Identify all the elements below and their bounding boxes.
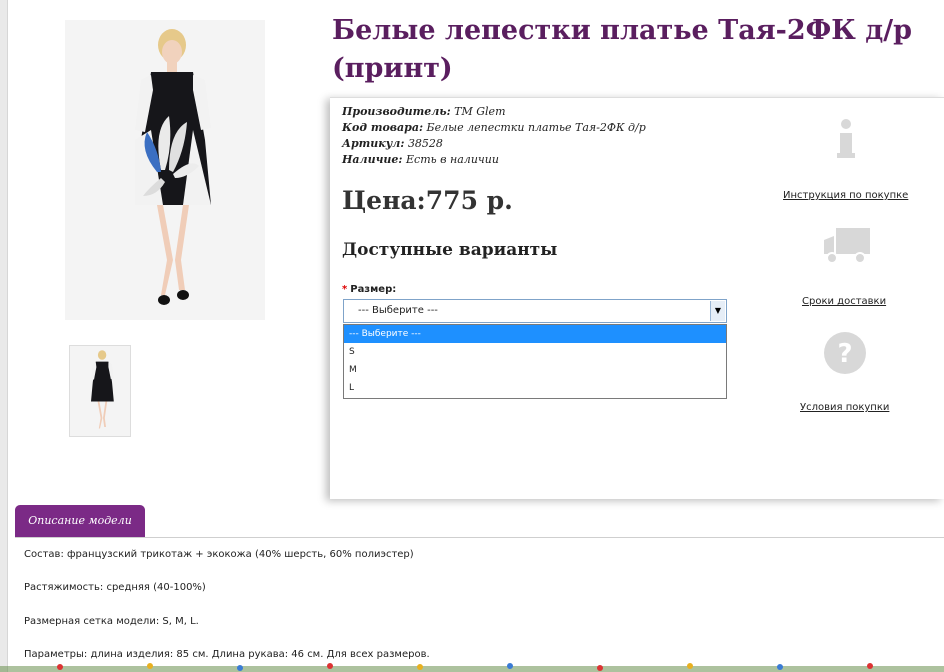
article-row: Артикул: 38528 — [342, 136, 646, 152]
question-icon: ? — [824, 332, 866, 374]
description-row-params: Параметры: длина изделия: 85 см. Длина р… — [24, 649, 430, 660]
dress-thumbnail-image — [70, 346, 130, 436]
code-row: Код товара: Белые лепестки платье Тая-2Ф… — [342, 120, 646, 136]
page-left-edge — [0, 0, 8, 672]
article-value: 38528 — [407, 137, 443, 150]
size-option-m[interactable]: M — [344, 361, 726, 379]
description-row-composition: Состав: французский трикотаж + экокожа (… — [24, 549, 414, 560]
stretch-value: средняя (40-100%) — [103, 582, 206, 593]
product-thumbnail[interactable] — [69, 345, 131, 437]
purchase-conditions-link[interactable]: Условия покупки — [800, 402, 889, 413]
purchase-instruction-link[interactable]: Инструкция по покупке — [783, 190, 908, 201]
delivery-terms-link[interactable]: Сроки доставки — [802, 296, 886, 307]
description-row-stretch: Растяжимость: средняя (40-100%) — [24, 582, 206, 593]
description-row-sizes: Размерная сетка модели: S, M, L. — [24, 616, 199, 627]
required-mark: * — [342, 284, 348, 295]
size-label-text: Размер: — [350, 284, 397, 295]
availability-label: Наличие: — [342, 153, 403, 166]
product-price: Цена:775 р. — [342, 186, 513, 215]
chevron-down-icon[interactable]: ▼ — [710, 301, 725, 321]
garland-decoration — [0, 663, 944, 672]
available-options-heading: Доступные варианты — [342, 240, 558, 260]
stretch-label: Растяжимость: — [24, 582, 104, 593]
size-dropdown-list: --- Выберите --- S M L — [343, 324, 727, 399]
manufacturer-row: Производитель: TM Glem — [342, 104, 646, 120]
code-value: Белые лепестки платье Тая-2ФК д/р — [426, 121, 646, 134]
product-title: Белые лепестки платье Тая-2ФК д/р (принт… — [332, 15, 912, 84]
manufacturer-value[interactable]: TM Glem — [454, 105, 505, 118]
size-option-s[interactable]: S — [344, 343, 726, 361]
composition-value: французский трикотаж + экокожа (40% шерс… — [63, 549, 414, 560]
size-select[interactable]: --- Выберите --- ▼ — [343, 299, 727, 323]
size-select-value: --- Выберите --- — [358, 305, 438, 316]
size-label: * Размер: — [342, 284, 396, 295]
params-label: Параметры: — [24, 649, 88, 660]
code-label: Код товара: — [342, 121, 424, 134]
size-option-placeholder[interactable]: --- Выберите --- — [344, 325, 726, 343]
sizes-label: Размерная сетка модели: — [24, 616, 160, 627]
svg-text:?: ? — [837, 339, 852, 369]
size-option-l[interactable]: L — [344, 379, 726, 397]
product-meta: Производитель: TM Glem Код товара: Белые… — [342, 104, 646, 168]
product-info-panel: Производитель: TM Glem Код товара: Белые… — [330, 97, 944, 499]
availability-value: Есть в наличии — [406, 153, 499, 166]
article-label: Артикул: — [342, 137, 405, 150]
params-value: длина изделия: 85 см. Длина рукава: 46 с… — [87, 649, 430, 660]
manufacturer-label: Производитель: — [342, 105, 451, 118]
composition-label: Состав: — [24, 549, 64, 560]
tab-description[interactable]: Описание модели — [15, 505, 145, 537]
tab-divider — [15, 537, 944, 538]
sizes-value: S, M, L. — [159, 616, 199, 627]
info-icon — [837, 119, 855, 158]
delivery-truck-icon — [824, 228, 870, 264]
dress-model-image — [65, 20, 265, 320]
product-main-image[interactable] — [65, 20, 265, 320]
availability-row: Наличие: Есть в наличии — [342, 152, 646, 168]
